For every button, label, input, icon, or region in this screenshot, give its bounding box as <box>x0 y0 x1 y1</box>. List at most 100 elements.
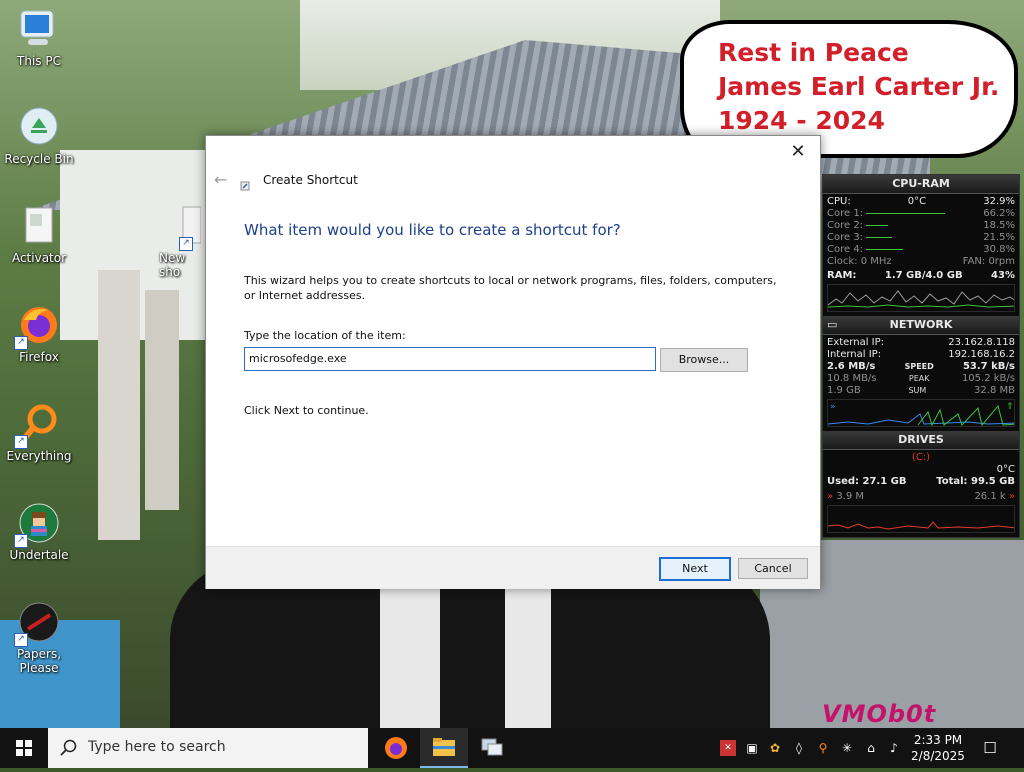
fan-readout: FAN: 0rpm <box>962 256 1015 267</box>
desktop-icon-label: This PC <box>17 54 61 68</box>
drive-write: 26.1 k <box>974 491 1006 502</box>
desktop-icon-label: Undertale <box>9 548 69 562</box>
bubble-line: Rest in Peace <box>718 38 909 67</box>
dialog-description: This wizard helps you to create shortcut… <box>244 274 777 302</box>
desktop-icon-this-pc[interactable]: This PC <box>0 8 78 68</box>
network-graph: » ⇑ <box>827 399 1015 427</box>
network-tray-icon[interactable]: ⌂ <box>863 740 879 756</box>
taskbar-search-box[interactable]: Type here to search <box>48 728 368 768</box>
colorful-tray-icon[interactable]: ✿ <box>767 740 783 756</box>
taskbar-firefox[interactable] <box>372 728 420 768</box>
svg-text:⇑: ⇑ <box>1006 402 1014 412</box>
drive-graph <box>827 505 1015 533</box>
bubble-line: 1924 - 2024 <box>718 106 885 135</box>
shortcut-wizard-icon <box>240 176 250 191</box>
shortcut-arrow-icon: ↗ <box>14 534 28 548</box>
monitor-tray-icon[interactable]: ▣ <box>744 740 760 756</box>
internal-ip-label: Internal IP: <box>827 349 882 360</box>
peak-down: 10.8 MB/s <box>827 373 877 384</box>
firefox-icon <box>385 737 407 759</box>
core-bar <box>866 248 904 250</box>
undertale-character-icon: ↗ <box>14 502 60 548</box>
volume-tray-icon[interactable]: ♪ <box>886 740 902 756</box>
desktop-icon-label: Recycle Bin <box>4 152 74 166</box>
wallpaper-column <box>145 290 179 510</box>
desktop-icon-label: Activator <box>11 251 67 265</box>
start-button[interactable] <box>0 728 48 768</box>
location-input[interactable]: microsofedge.exe <box>244 347 656 371</box>
network-header-text: NETWORK <box>889 318 953 331</box>
network-computers-icon <box>481 738 503 756</box>
cpu-label: CPU: <box>827 196 851 207</box>
back-arrow-icon[interactable]: ← <box>214 170 227 189</box>
network-header: ▭ NETWORK <box>823 316 1019 335</box>
everything-tray-icon[interactable]: ⚲ <box>815 740 831 756</box>
desktop-icon-label: Everything <box>6 449 72 463</box>
taskbar-file-explorer[interactable] <box>420 728 468 768</box>
desktop-icon-label: Papers, Please <box>16 647 62 675</box>
shortcut-arrow-icon: ↗ <box>14 633 28 647</box>
taskbar-clock[interactable]: 2:33 PM 2/8/2025 <box>906 732 970 764</box>
windows-logo-icon <box>16 740 32 756</box>
core-label: Core 3: <box>827 232 864 243</box>
taskbar-network-app[interactable] <box>468 728 516 768</box>
system-monitor-widget: CPU-RAM CPU: 0°C 32.9% Core 1: 66.2% Cor… <box>822 174 1020 538</box>
clock-readout: Clock: 0 MHz <box>827 256 892 267</box>
sum-down: 1.9 GB <box>827 385 861 396</box>
close-icon: ✕ <box>790 141 806 162</box>
search-icon <box>60 739 77 756</box>
drive-used: Used: 27.1 GB <box>827 476 907 487</box>
speed-down: 2.6 MB/s <box>827 361 876 372</box>
ram-value: 1.7 GB/4.0 GB <box>884 270 963 281</box>
desktop-icon-undertale[interactable]: ↗ Undertale <box>0 502 78 562</box>
ram-percent: 43% <box>991 270 1015 281</box>
browse-button[interactable]: Browse... <box>660 348 748 372</box>
cpu-value: 32.9% <box>983 196 1015 207</box>
core-value: 21.5% <box>983 232 1015 243</box>
cpu-graph <box>827 284 1015 312</box>
drive-temp: 0°C <box>996 464 1015 475</box>
bubble-line: James Earl Carter Jr. <box>718 72 1000 101</box>
computer-icon <box>18 8 60 50</box>
external-ip-value: 23.162.8.118 <box>948 337 1015 348</box>
desktop-icon-papers-please[interactable]: ↗ Papers, Please <box>0 601 78 675</box>
core-label: Core 4: <box>827 244 864 255</box>
svg-text:»: » <box>830 402 836 412</box>
peak-label: PEAK <box>908 374 930 383</box>
drive-letter: (C:) <box>911 452 931 463</box>
speed-up: 53.7 kB/s <box>962 361 1015 372</box>
dialog-footer: Next Cancel <box>206 546 820 589</box>
core-value: 66.2% <box>983 208 1015 219</box>
recycle-bin-icon <box>18 106 60 148</box>
alert-tray-icon[interactable]: ✕ <box>720 740 736 756</box>
desktop-icon-activator[interactable]: Activator <box>0 205 78 265</box>
dialog-heading: What item would you like to create a sho… <box>244 221 621 239</box>
external-ip-label: External IP: <box>827 337 885 348</box>
close-button[interactable]: ✕ <box>784 140 812 164</box>
desktop-icon-new-shortcut[interactable]: ↗ New sho <box>150 205 210 279</box>
core-label: Core 1: <box>827 208 864 219</box>
notifications-icon[interactable]: ☐ <box>982 740 998 756</box>
taskbar: Type here to search ✕ ▣ ✿ ◊ ⚲ ✳ ⌂ ♪ 2:33… <box>0 728 1024 768</box>
wallpaper-collar <box>505 588 551 728</box>
location-label: Type the location of the item: <box>244 329 406 342</box>
search-placeholder: Type here to search <box>88 739 226 755</box>
new-shortcut-icon: ↗ <box>159 205 202 251</box>
sum-label: SUM <box>908 386 927 395</box>
sparkle-tray-icon[interactable]: ✳ <box>839 740 855 756</box>
desktop-icon-firefox[interactable]: ↗ Firefox <box>0 304 78 364</box>
desktop-icon-recycle-bin[interactable]: Recycle Bin <box>0 106 78 166</box>
dialog-title: Create Shortcut <box>263 173 358 187</box>
desktop-icon-everything[interactable]: ↗ Everything <box>0 403 78 463</box>
peak-up: 105.2 kB/s <box>961 373 1015 384</box>
drive-total: Total: 99.5 GB <box>936 476 1015 487</box>
firefox-icon: ↗ <box>14 304 60 350</box>
core-bar <box>866 236 893 238</box>
droplet-tray-icon[interactable]: ◊ <box>791 740 807 756</box>
wallpaper-collar <box>380 588 440 728</box>
wallpaper-watermark: VMOb0t <box>822 700 937 728</box>
internal-ip-value: 192.168.16.2 <box>948 349 1015 360</box>
next-button[interactable]: Next <box>659 557 731 581</box>
cancel-button[interactable]: Cancel <box>738 558 808 579</box>
core-bar <box>866 224 889 226</box>
